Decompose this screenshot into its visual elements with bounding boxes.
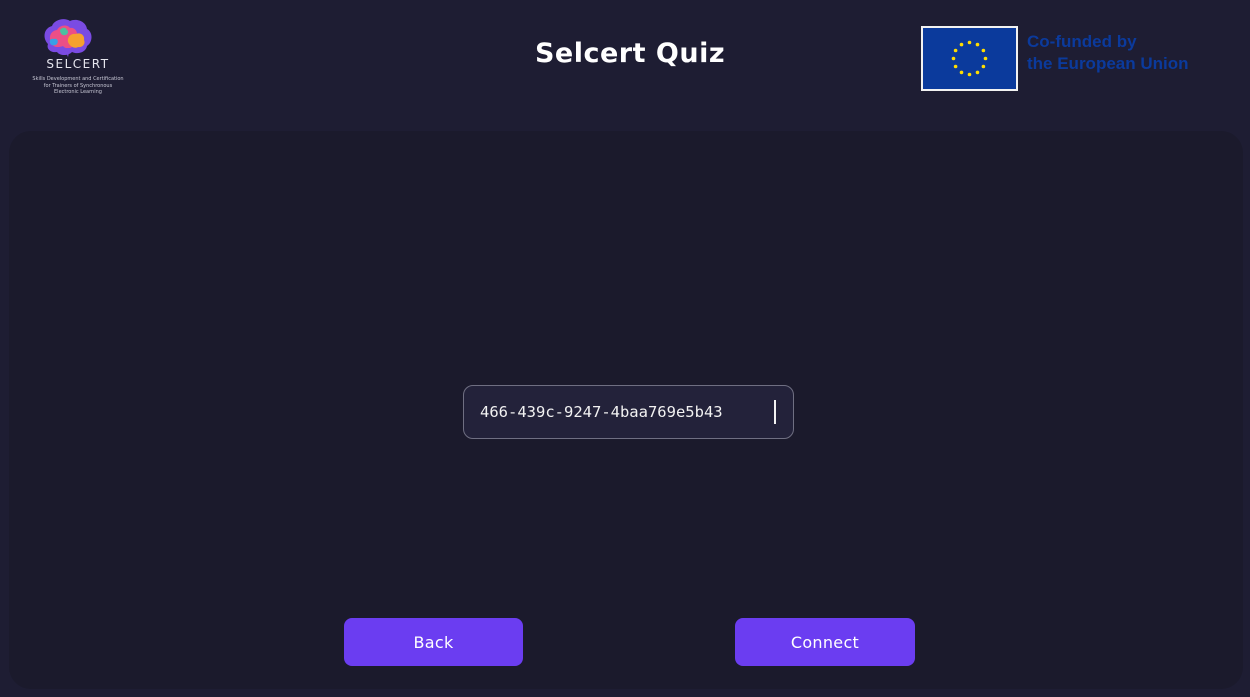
eu-funding-line-1: Co-funded by <box>1027 32 1137 51</box>
header: SELCERT Skills Development and Certifica… <box>0 0 1250 130</box>
connect-button[interactable]: Connect <box>735 618 915 666</box>
eu-funding-text: Co-funded by the European Union <box>1027 31 1189 75</box>
logo-tagline: Skills Development and Certification for… <box>32 76 124 95</box>
app-window: SELCERT Skills Development and Certifica… <box>0 0 1250 697</box>
eu-funding-line-2: the European Union <box>1027 54 1189 73</box>
back-button[interactable]: Back <box>344 618 523 666</box>
text-caret <box>774 400 776 424</box>
session-code-input[interactable] <box>463 385 794 439</box>
eu-flag-icon <box>921 26 1018 91</box>
